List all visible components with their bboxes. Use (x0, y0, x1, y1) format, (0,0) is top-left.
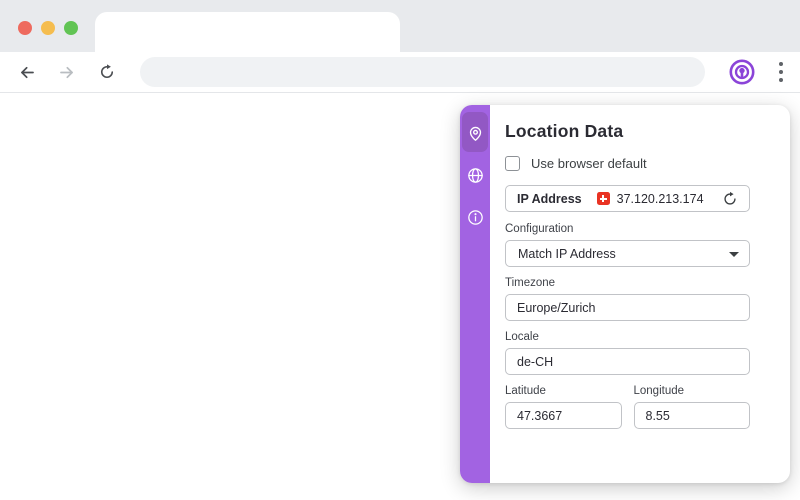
globe-icon (467, 167, 483, 183)
forward-button[interactable] (52, 58, 80, 86)
minimize-window-button[interactable] (41, 21, 55, 35)
ip-address-label: IP Address (517, 191, 582, 206)
configuration-label: Configuration (505, 223, 574, 235)
back-arrow-icon (20, 66, 34, 78)
sidebar-item-network[interactable] (462, 160, 488, 190)
longitude-label: Longitude (633, 385, 685, 397)
ip-address-box: IP Address 37.120.213.174 (505, 185, 750, 212)
reload-icon (101, 64, 114, 78)
ip-address-value: 37.120.213.174 (616, 191, 704, 206)
use-browser-default-label: Use browser default (531, 156, 647, 171)
sidebar-item-location[interactable] (462, 112, 488, 152)
use-browser-default-row: Use browser default (505, 156, 750, 171)
popup-sidebar (460, 105, 490, 483)
browser-menu-button[interactable] (766, 57, 796, 87)
browser-toolbar (0, 52, 800, 93)
locale-field: Locale (505, 331, 750, 385)
latitude-field: Latitude (505, 385, 622, 439)
location-beacon-icon (729, 59, 755, 85)
location-pin-icon (469, 126, 481, 141)
refresh-ip-button[interactable] (720, 189, 740, 209)
locale-label: Locale (505, 331, 539, 343)
timezone-label: Timezone (505, 277, 556, 289)
chevron-down-icon (729, 252, 739, 257)
swiss-flag-icon (596, 192, 610, 205)
latitude-input[interactable] (505, 402, 622, 429)
use-browser-default-checkbox[interactable] (505, 156, 520, 171)
latitude-label: Latitude (505, 385, 546, 397)
locale-input[interactable] (505, 348, 750, 375)
traffic-lights (18, 21, 78, 35)
extension-icon[interactable] (727, 57, 757, 87)
tab-bar (0, 0, 800, 53)
configuration-selected-value: Match IP Address (518, 246, 616, 261)
longitude-input[interactable] (633, 402, 750, 429)
maximize-window-button[interactable] (64, 21, 78, 35)
timezone-field: Timezone (505, 277, 750, 331)
longitude-field: Longitude (633, 385, 750, 439)
kebab-dot (779, 78, 783, 82)
close-window-button[interactable] (18, 21, 32, 35)
back-button[interactable] (13, 58, 41, 86)
forward-arrow-icon (59, 66, 73, 78)
kebab-dot (779, 62, 783, 66)
page-title: Location Data (505, 121, 624, 141)
refresh-icon (724, 191, 736, 205)
kebab-dot (779, 70, 783, 74)
timezone-input[interactable] (505, 294, 750, 321)
address-bar[interactable] (140, 57, 705, 87)
popup-content: Location Data Use browser default IP Add… (490, 105, 790, 483)
sidebar-item-about[interactable] (462, 202, 488, 232)
reload-button[interactable] (93, 58, 121, 86)
configuration-select[interactable]: Match IP Address (505, 240, 750, 267)
extension-popup: Location Data Use browser default IP Add… (460, 105, 790, 483)
browser-window: Location Data Use browser default IP Add… (0, 0, 800, 500)
coordinates-row: Latitude Longitude (505, 385, 750, 439)
browser-tab[interactable] (95, 12, 400, 53)
configuration-field: Configuration Match IP Address (505, 223, 750, 267)
info-icon (467, 209, 483, 225)
